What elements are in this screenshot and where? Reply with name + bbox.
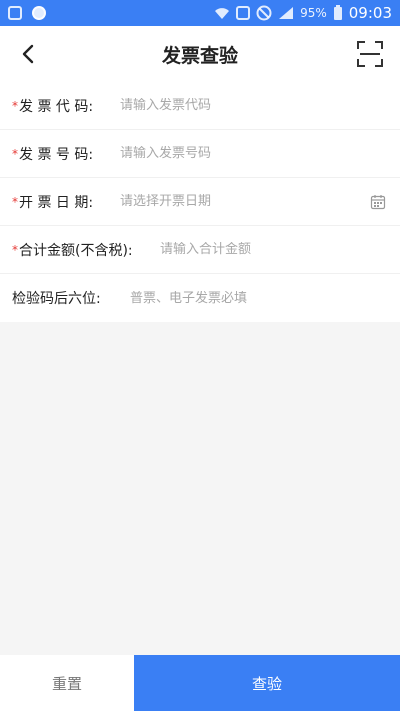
dnd-icon	[256, 5, 272, 21]
required-mark: *	[12, 98, 18, 113]
calendar-icon[interactable]	[370, 194, 386, 210]
required-mark: *	[12, 242, 18, 257]
invoice-number-row: * 发 票 号 码:	[0, 130, 400, 178]
app-icon	[32, 6, 46, 20]
scan-button[interactable]	[356, 40, 384, 68]
wifi-icon	[215, 8, 230, 19]
total-amount-row: * 合计金额(不含税):	[0, 226, 400, 274]
notes-icon	[8, 6, 22, 20]
invoice-code-input[interactable]	[120, 98, 380, 113]
back-button[interactable]	[14, 40, 42, 68]
action-bar: 重置 查验	[0, 655, 400, 711]
clock: 09:03	[348, 4, 392, 22]
page-title: 发票查验	[161, 44, 238, 67]
app-header: 发票查验	[0, 26, 400, 82]
total-amount-input[interactable]	[160, 242, 380, 257]
check-code-input[interactable]	[130, 290, 380, 306]
invoice-number-label: * 发 票 号 码:	[12, 146, 94, 163]
back-arrow-icon	[22, 44, 34, 64]
sim-icon	[236, 6, 251, 20]
issue-date-row[interactable]: * 开 票 日 期:	[0, 178, 400, 226]
invoice-number-input[interactable]	[120, 146, 380, 161]
check-code-label: 检验码后六位:	[12, 291, 101, 307]
status-bar: 95% 09:03	[0, 0, 400, 26]
issue-date-input[interactable]	[120, 194, 350, 209]
scan-icon	[357, 41, 383, 67]
issue-date-label: * 开 票 日 期:	[12, 194, 94, 211]
signal-icon	[279, 7, 294, 19]
invoice-code-row: * 发 票 代 码:	[0, 82, 400, 130]
required-mark: *	[12, 194, 18, 209]
reset-button[interactable]: 重置	[0, 655, 134, 711]
invoice-form: * 发 票 代 码: * 发 票 号 码: * 开 票 日 期:	[0, 82, 400, 322]
battery-icon	[333, 5, 342, 20]
check-button[interactable]: 查验	[134, 655, 400, 711]
check-code-row: 检验码后六位:	[0, 274, 400, 322]
required-mark: *	[12, 146, 18, 161]
total-amount-label: * 合计金额(不含税):	[12, 242, 133, 259]
battery-percent: 95%	[300, 6, 327, 20]
invoice-code-label: * 发 票 代 码:	[12, 98, 94, 115]
